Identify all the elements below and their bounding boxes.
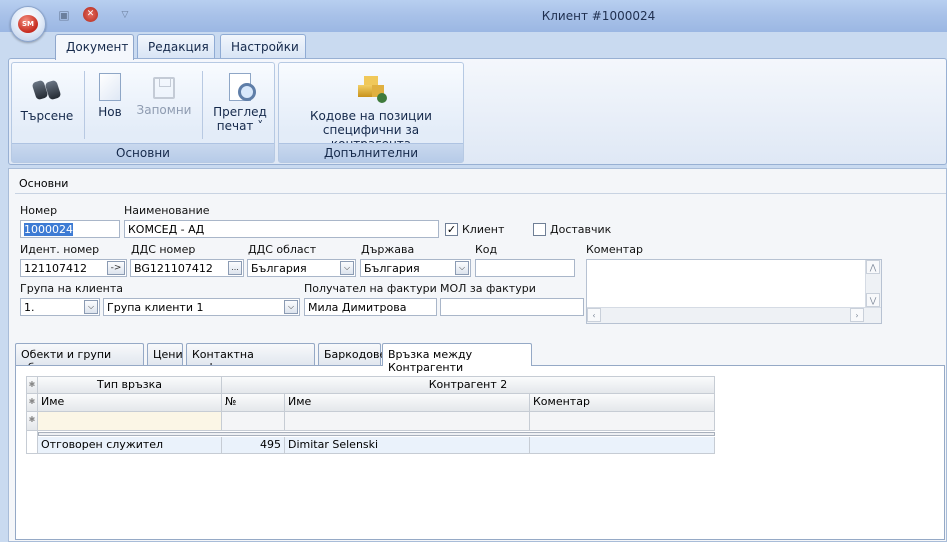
chevron-down-icon[interactable]: ⌵ (340, 261, 354, 275)
magnifier-icon (229, 73, 256, 101)
vat-field[interactable]: BG121107412 ... (130, 259, 244, 277)
app-menu-button[interactable]: SM (10, 6, 46, 42)
chevron-down-icon[interactable]: ⌵ (84, 300, 98, 314)
tab-prices[interactable]: Цени (147, 343, 183, 365)
number-label: Номер (20, 204, 58, 217)
table-row-number[interactable]: 495 (222, 437, 285, 454)
tab-counterparty-links[interactable]: Връзка между Контрагенти (382, 343, 532, 374)
row-indicator-icon: ✱ (26, 376, 38, 394)
ident-lookup-button[interactable]: -> (107, 261, 125, 275)
band-header-counterparty2[interactable]: Контрагент 2 (222, 376, 715, 394)
separator (202, 71, 203, 139)
app-logo-icon: SM (18, 15, 38, 33)
mol-field[interactable] (440, 298, 584, 316)
column-header-name[interactable]: Име (38, 394, 222, 412)
country-select[interactable]: България ⌵ (360, 259, 471, 277)
supplier-label: Доставчик (550, 223, 612, 236)
comment-label: Коментар (586, 243, 643, 256)
ident-label: Идент. номер (20, 243, 100, 256)
divider (15, 193, 946, 194)
mol-label: МОЛ за фактури (440, 282, 536, 295)
scroll-left-icon[interactable]: ‹ (587, 308, 601, 322)
ribbon-group-extra: Кодове на позиции специфични за контраге… (278, 62, 464, 163)
tab-objects[interactable]: Обекти и групи обекти (15, 343, 144, 374)
ribbon: Търсене Нов Запомни Преглед печат ˅ Осно… (8, 58, 947, 165)
ribbon-tab-edit[interactable]: Редакция (137, 34, 215, 59)
band-header-relation-type[interactable]: Тип връзка (38, 376, 222, 394)
vat-region-select[interactable]: България ⌵ (247, 259, 356, 277)
name-field[interactable]: КОМСЕД - АД (124, 220, 439, 238)
chevron-down-icon[interactable]: ⌵ (284, 300, 298, 314)
scroll-right-icon[interactable]: › (850, 308, 864, 322)
group-separator (38, 432, 715, 436)
client-label: Клиент (462, 223, 505, 236)
new-button[interactable]: Нов (90, 67, 130, 143)
client-checkbox[interactable]: ✓ (445, 223, 458, 236)
vertical-scrollbar[interactable]: ⋀ ⋁ (865, 260, 881, 307)
country-label: Държава (361, 243, 415, 256)
number-field[interactable]: 1000024 (20, 220, 120, 238)
main-panel: Основни Номер 1000024 Наименование КОМСЕ… (8, 168, 947, 542)
binoculars-icon (31, 73, 63, 105)
invoice-recipient-label: Получател на фактури (304, 282, 437, 295)
ribbon-group-basic: Търсене Нов Запомни Преглед печат ˅ Осно… (11, 62, 275, 163)
search-button[interactable]: Търсене (14, 67, 80, 143)
save-button[interactable]: Запомни (134, 67, 194, 143)
invoice-recipient-field[interactable]: Мила Димитрова (304, 298, 437, 316)
ribbon-group-label: Основни (12, 143, 274, 162)
title-bar: SM ▣ ✕ ▽ Клиент #1000024 (0, 0, 947, 42)
tab-barcodes[interactable]: Баркодове (318, 343, 386, 365)
horizontal-scrollbar[interactable]: ‹ › (587, 307, 881, 323)
table-row-name[interactable]: Отговорен служител (38, 437, 222, 454)
counterparty-codes-button[interactable]: Кодове на позиции специфични за контраге… (281, 67, 461, 151)
section-title: Основни (19, 177, 69, 190)
ribbon-tab-settings[interactable]: Настройки (220, 34, 306, 59)
scroll-down-icon[interactable]: ⋁ (866, 293, 880, 307)
column-header-number[interactable]: № (222, 394, 285, 412)
supplier-checkbox[interactable] (533, 223, 546, 236)
ident-field[interactable]: 121107412 -> (20, 259, 127, 277)
code-label: Код (475, 243, 498, 256)
ribbon-group-label: Допълнителни (279, 143, 463, 162)
vat-lookup-button[interactable]: ... (228, 261, 242, 275)
tab-contact-info[interactable]: Контактна информация (186, 343, 315, 374)
row-indicator (26, 437, 38, 454)
window-title: Клиент #1000024 (541, 9, 656, 23)
filter-row-icon: ✱ (26, 412, 38, 431)
new-document-icon (99, 73, 121, 101)
column-header-name2[interactable]: Име (285, 394, 530, 412)
vat-region-label: ДДС област (248, 243, 317, 256)
tab-panel: ✱ Тип връзка Контрагент 2 ✱ Име № Име Ко… (15, 365, 945, 540)
column-header-comment[interactable]: Коментар (530, 394, 715, 412)
name-label: Наименование (124, 204, 210, 217)
separator (84, 71, 85, 139)
code-field[interactable] (475, 259, 575, 277)
client-group-code-select[interactable]: 1. ⌵ (20, 298, 100, 316)
table-row-comment[interactable] (530, 437, 715, 454)
client-group-name-select[interactable]: Група клиенти 1 ⌵ (103, 298, 300, 316)
floppy-icon (153, 77, 175, 99)
filter-cell[interactable] (285, 412, 530, 431)
row-indicator-icon: ✱ (26, 394, 38, 412)
scroll-up-icon[interactable]: ⋀ (866, 260, 880, 274)
print-preview-button[interactable]: Преглед печат ˅ (208, 67, 272, 143)
table-row-name2[interactable]: Dimitar Selenski (285, 437, 530, 454)
ribbon-tab-document[interactable]: Документ (55, 34, 134, 60)
chevron-down-icon[interactable]: ⌵ (455, 261, 469, 275)
comment-field[interactable]: ⋀ ⋁ ‹ › (586, 259, 882, 324)
filter-cell[interactable] (222, 412, 285, 431)
filter-cell[interactable] (530, 412, 715, 431)
boxes-icon (355, 73, 387, 105)
filter-cell[interactable] (38, 412, 222, 431)
client-group-label: Група на клиента (20, 282, 123, 295)
vat-label: ДДС номер (131, 243, 196, 256)
